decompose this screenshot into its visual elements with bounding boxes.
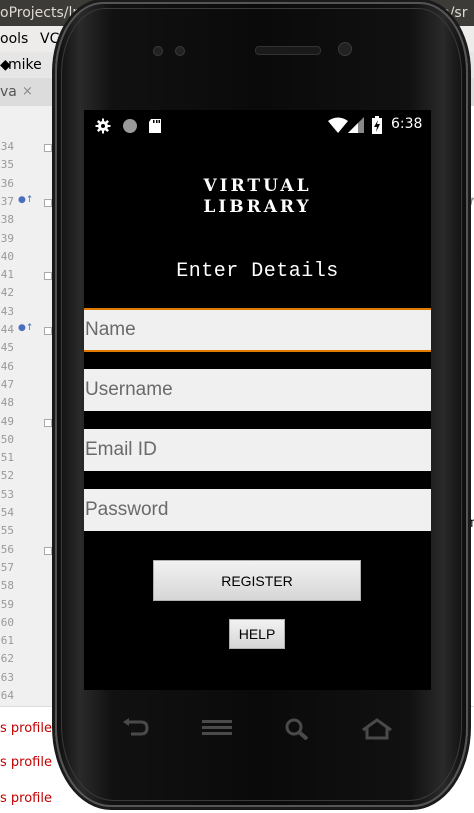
line-number: 63 — [0, 670, 14, 684]
breadcrumb-item[interactable]: mike — [8, 52, 42, 78]
line-number: 37 — [0, 194, 14, 208]
wifi-icon — [328, 117, 348, 137]
fold-marker-icon[interactable] — [44, 546, 52, 555]
sensor-icon — [153, 46, 163, 56]
line-number: 43 — [0, 304, 14, 318]
line-number: 51 — [0, 451, 14, 465]
line-number: 34 — [0, 140, 14, 153]
line-number: 54 — [0, 506, 14, 519]
status-bar: 6:38 — [84, 110, 431, 140]
line-number: 53 — [0, 487, 14, 501]
line-number: 61 — [0, 634, 14, 648]
line-number: 35 — [0, 158, 14, 172]
line-number: 46 — [0, 359, 14, 373]
fold-marker-icon[interactable] — [44, 418, 52, 427]
line-number: 55 — [0, 524, 14, 538]
menu-tools[interactable]: ools — [0, 26, 28, 52]
speaker-grille — [255, 46, 321, 55]
output-line: s profile — [0, 791, 52, 806]
line-number: 41 — [0, 268, 14, 282]
line-number: 42 — [0, 286, 14, 300]
username-field[interactable] — [84, 369, 431, 411]
help-button[interactable]: HELP — [229, 619, 285, 649]
circle-icon — [122, 118, 138, 138]
override-marker-icon[interactable]: ●↑ — [18, 195, 33, 205]
battery-icon — [372, 116, 382, 138]
camera-icon — [338, 42, 352, 56]
line-number: 39 — [0, 231, 14, 245]
register-button[interactable]: REGISTER — [153, 560, 361, 601]
line-number: 36 — [0, 176, 14, 190]
line-number: 52 — [0, 469, 14, 483]
line-number: 38 — [0, 213, 14, 227]
line-number: 48 — [0, 396, 14, 410]
signal-icon — [348, 117, 364, 137]
line-number: 59 — [0, 597, 14, 611]
line-number: 49 — [0, 414, 14, 428]
status-time: 6:38 — [391, 116, 423, 132]
line-number: 45 — [0, 341, 14, 355]
line-number: 58 — [0, 579, 14, 593]
device-screen: 6:38 VIRTUAL LIBRARY Enter Details REGIS… — [84, 110, 431, 690]
output-line: s profile — [0, 755, 52, 770]
fold-marker-icon[interactable] — [44, 272, 52, 281]
logo-line-2: LIBRARY — [203, 197, 312, 217]
output-line: s profile — [0, 721, 52, 736]
page-title: Enter Details — [176, 260, 339, 283]
line-number: 60 — [0, 615, 14, 629]
close-icon[interactable]: × — [22, 78, 33, 106]
name-field[interactable] — [84, 308, 431, 352]
menu-icon[interactable] — [202, 718, 232, 742]
line-number: 44 — [0, 323, 14, 336]
fold-marker-icon[interactable] — [44, 198, 52, 207]
app-logo: VIRTUAL LIBRARY — [84, 176, 431, 218]
line-number: 50 — [0, 432, 14, 446]
line-number: 64 — [0, 689, 14, 702]
override-marker-icon[interactable]: ●↑ — [18, 323, 33, 333]
settings-icon — [95, 118, 111, 138]
sd-card-icon — [148, 118, 162, 138]
line-number: 56 — [0, 542, 14, 556]
search-icon[interactable] — [285, 718, 309, 744]
line-number: 40 — [0, 249, 14, 263]
editor-tab-label[interactable]: va — [0, 78, 17, 106]
back-icon[interactable] — [121, 718, 149, 742]
password-field[interactable] — [84, 489, 431, 531]
email-field[interactable] — [84, 429, 431, 471]
line-number: 57 — [0, 560, 14, 574]
fold-marker-icon[interactable] — [44, 144, 52, 152]
line-gutter: 34 35 36 37 38 39 40 41 42 43 44 45 46 47 48 49 50 51 52 53… — [0, 106, 53, 706]
fold-marker-icon[interactable] — [44, 327, 52, 335]
sensor-icon — [175, 46, 185, 56]
line-number: 47 — [0, 377, 14, 391]
line-number: 62 — [0, 652, 14, 666]
logo-line-1: VIRTUAL — [203, 176, 312, 196]
home-icon[interactable] — [361, 718, 393, 744]
